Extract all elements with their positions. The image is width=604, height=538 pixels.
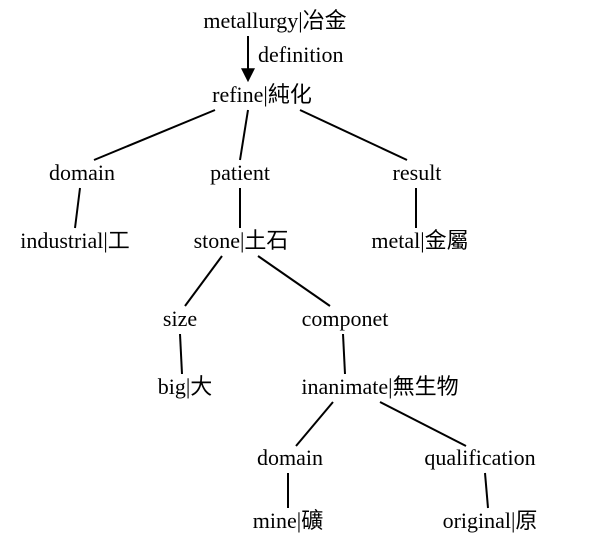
node-size: size (163, 306, 197, 331)
node-domain1: domain (49, 160, 115, 185)
node-componet: componet (302, 306, 389, 331)
edge-inanimate-qualification (380, 402, 466, 446)
edge-refine-result (300, 110, 407, 160)
node-inanimate: inanimate|無生物 (301, 374, 458, 399)
edge-size-big (180, 334, 182, 374)
node-metallurgy: metallurgy|冶金 (203, 8, 346, 33)
edge-refine-domain (94, 110, 215, 160)
node-patient: patient (210, 160, 270, 185)
edge-inanimate-domain (296, 402, 333, 446)
edge-refine-patient (240, 110, 248, 160)
edge-label-definition: definition (258, 42, 344, 67)
node-domain2: domain (257, 445, 323, 470)
node-original: original|原 (443, 508, 538, 533)
node-qualification: qualification (424, 445, 535, 470)
edge-domain-industrial (75, 188, 80, 228)
node-industrial: industrial|工 (20, 228, 130, 253)
edge-stone-componet (258, 256, 330, 306)
edge-componet-inanimate (343, 334, 345, 374)
edge-stone-size (185, 256, 222, 306)
node-metal: metal|金屬 (371, 228, 468, 253)
node-big: big|大 (158, 374, 213, 399)
node-result: result (393, 160, 442, 185)
node-mine: mine|礦 (253, 508, 323, 533)
edge-qualification-original (485, 473, 488, 508)
node-refine: refine|純化 (212, 82, 312, 107)
node-stone: stone|土石 (194, 228, 289, 253)
